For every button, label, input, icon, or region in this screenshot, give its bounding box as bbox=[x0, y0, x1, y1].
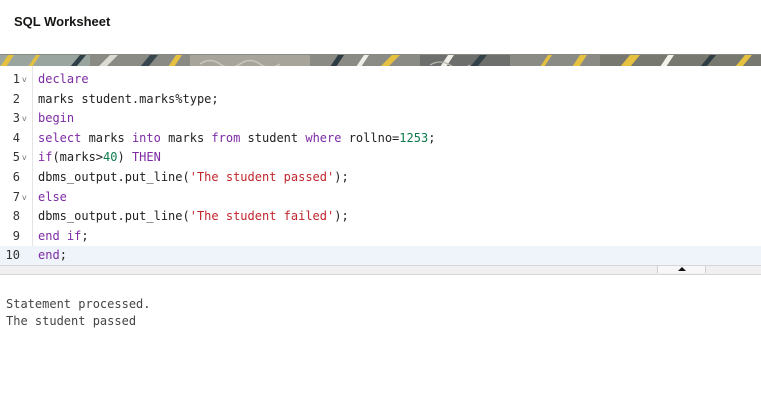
fold-chevron-icon[interactable]: v bbox=[22, 193, 27, 203]
code-editor[interactable]: 1 v declare 2 marks student.marks%type; 3 v beg… bbox=[0, 66, 761, 266]
code-token: ) bbox=[117, 150, 132, 165]
code-token: dbms_output.put_line( bbox=[38, 170, 190, 184]
output-status: Statement processed. bbox=[6, 297, 151, 311]
page-title: SQL Worksheet bbox=[14, 14, 111, 29]
code-line[interactable]: 10 end; bbox=[0, 246, 761, 266]
code-line[interactable]: 9 end if; bbox=[0, 227, 761, 247]
code-token: ; bbox=[81, 228, 89, 243]
triangle-up-icon[interactable] bbox=[678, 267, 686, 271]
line-number: 7 bbox=[12, 189, 20, 204]
code-text[interactable]: marks student.marks%type; bbox=[38, 90, 219, 110]
code-text[interactable]: declare bbox=[38, 70, 89, 90]
fold-chevron-icon[interactable]: v bbox=[22, 114, 27, 124]
code-token: rollno= bbox=[341, 130, 400, 145]
code-token: ); bbox=[334, 170, 349, 184]
output-result: The student passed bbox=[6, 314, 137, 328]
code-token: else bbox=[38, 189, 67, 204]
fold-chevron-icon[interactable]: v bbox=[22, 153, 27, 163]
pane-splitter[interactable] bbox=[0, 265, 761, 275]
code-token: declare bbox=[38, 72, 89, 86]
worksheet-header: SQL Worksheet bbox=[0, 0, 761, 54]
code-token: 1253 bbox=[399, 130, 429, 145]
banner-pattern bbox=[0, 55, 761, 66]
code-token: THEN bbox=[131, 150, 161, 165]
code-text[interactable]: dbms_output.put_line('The student passed… bbox=[38, 168, 349, 188]
code-text[interactable]: end; bbox=[38, 246, 67, 266]
line-number: 2 bbox=[12, 91, 20, 106]
line-number: 1 bbox=[12, 72, 20, 86]
code-token: 'The student failed' bbox=[189, 209, 335, 224]
code-line[interactable]: 5 v if(marks>40) THEN bbox=[0, 148, 761, 168]
line-number: 6 bbox=[12, 170, 20, 184]
decorative-banner bbox=[0, 54, 761, 66]
code-token: ; bbox=[428, 130, 436, 145]
code-token: dbms_output.put_line( bbox=[38, 209, 190, 224]
code-line[interactable]: 4 select marks into marks from student wh… bbox=[0, 129, 761, 149]
code-token: if bbox=[38, 150, 53, 165]
code-token: 'The student passed' bbox=[189, 170, 335, 184]
code-token: into bbox=[131, 130, 161, 145]
code-line[interactable]: 1 v declare bbox=[0, 70, 761, 90]
code-line[interactable]: 3 v begin bbox=[0, 109, 761, 129]
line-number: 4 bbox=[12, 130, 20, 145]
line-number: 3 bbox=[12, 111, 20, 126]
code-line[interactable]: 2 marks student.marks%type; bbox=[0, 90, 761, 110]
code-line[interactable]: 7 v else bbox=[0, 188, 761, 208]
code-line[interactable]: 6 dbms_output.put_line('The student passe… bbox=[0, 168, 761, 188]
code-text[interactable]: select marks into marks from student whe… bbox=[38, 129, 435, 149]
code-token: marks bbox=[81, 130, 132, 145]
code-token: marks bbox=[160, 130, 212, 145]
code-token: 40 bbox=[103, 150, 118, 165]
splitter-handle[interactable] bbox=[657, 266, 706, 273]
code-text[interactable]: begin bbox=[38, 109, 74, 129]
code-token: student bbox=[240, 130, 306, 145]
code-token: select bbox=[38, 130, 82, 145]
code-text[interactable]: end if; bbox=[38, 227, 89, 247]
code-text[interactable]: if(marks>40) THEN bbox=[38, 148, 161, 168]
line-number: 8 bbox=[12, 209, 20, 224]
line-number: 10 bbox=[5, 248, 20, 263]
fold-chevron-icon[interactable]: v bbox=[22, 75, 27, 85]
output-panel: Statement processed. The student passed bbox=[6, 296, 151, 330]
code-line[interactable]: 8 dbms_output.put_line('The student faile… bbox=[0, 207, 761, 227]
line-number: 9 bbox=[12, 228, 20, 243]
code-text[interactable]: else bbox=[38, 188, 67, 208]
code-token: marks student.marks%type; bbox=[38, 91, 219, 106]
code-token: end if bbox=[38, 228, 82, 243]
code-token: ); bbox=[334, 209, 349, 224]
code-token: where bbox=[305, 130, 342, 145]
code-token: from bbox=[211, 130, 241, 145]
code-token: begin bbox=[38, 111, 75, 126]
code-token: (marks> bbox=[52, 150, 104, 165]
code-token: ; bbox=[59, 248, 67, 263]
line-number: 5 bbox=[12, 150, 20, 165]
code-token: end bbox=[38, 248, 60, 263]
code-text[interactable]: dbms_output.put_line('The student failed… bbox=[38, 207, 349, 227]
